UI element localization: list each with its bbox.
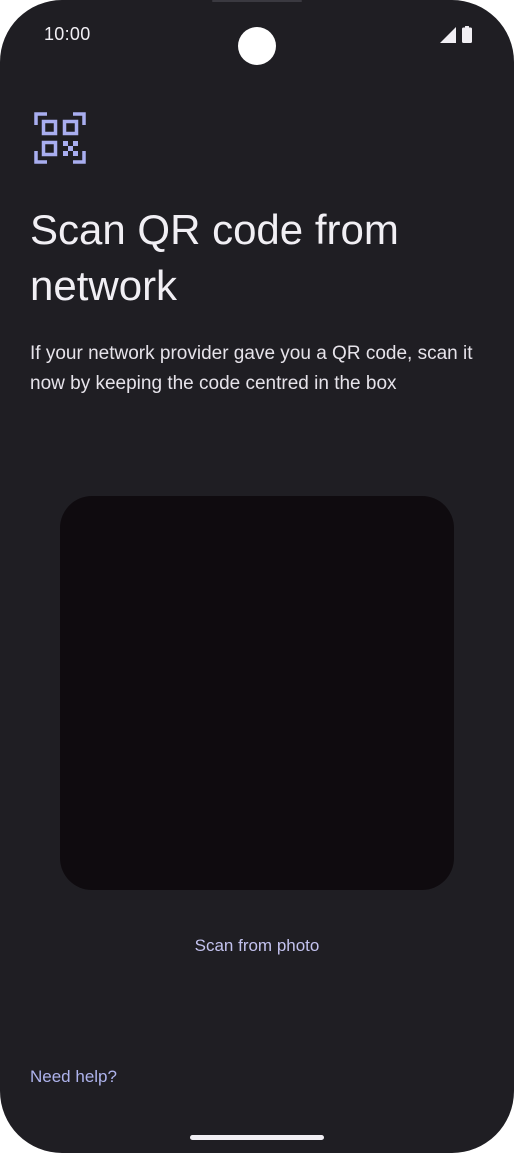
status-icons bbox=[440, 26, 472, 48]
need-help-link[interactable]: Need help? bbox=[30, 1067, 117, 1087]
page-description: If your network provider gave you a QR c… bbox=[30, 343, 473, 394]
qr-code-scan-icon bbox=[34, 112, 86, 164]
cellular-signal-icon bbox=[440, 26, 456, 48]
camera-viewfinder bbox=[60, 496, 454, 890]
scan-from-photo-button[interactable]: Scan from photo bbox=[0, 936, 514, 956]
home-gesture-bar[interactable] bbox=[190, 1135, 324, 1140]
top-edge-line bbox=[212, 0, 302, 2]
battery-icon bbox=[462, 26, 472, 48]
phone-screen: 10:00 Scan QR code from network If your … bbox=[0, 0, 514, 1153]
page-title: Scan QR code from network bbox=[30, 206, 399, 309]
front-camera-cutout bbox=[238, 27, 276, 65]
status-bar-time: 10:00 bbox=[44, 24, 91, 44]
